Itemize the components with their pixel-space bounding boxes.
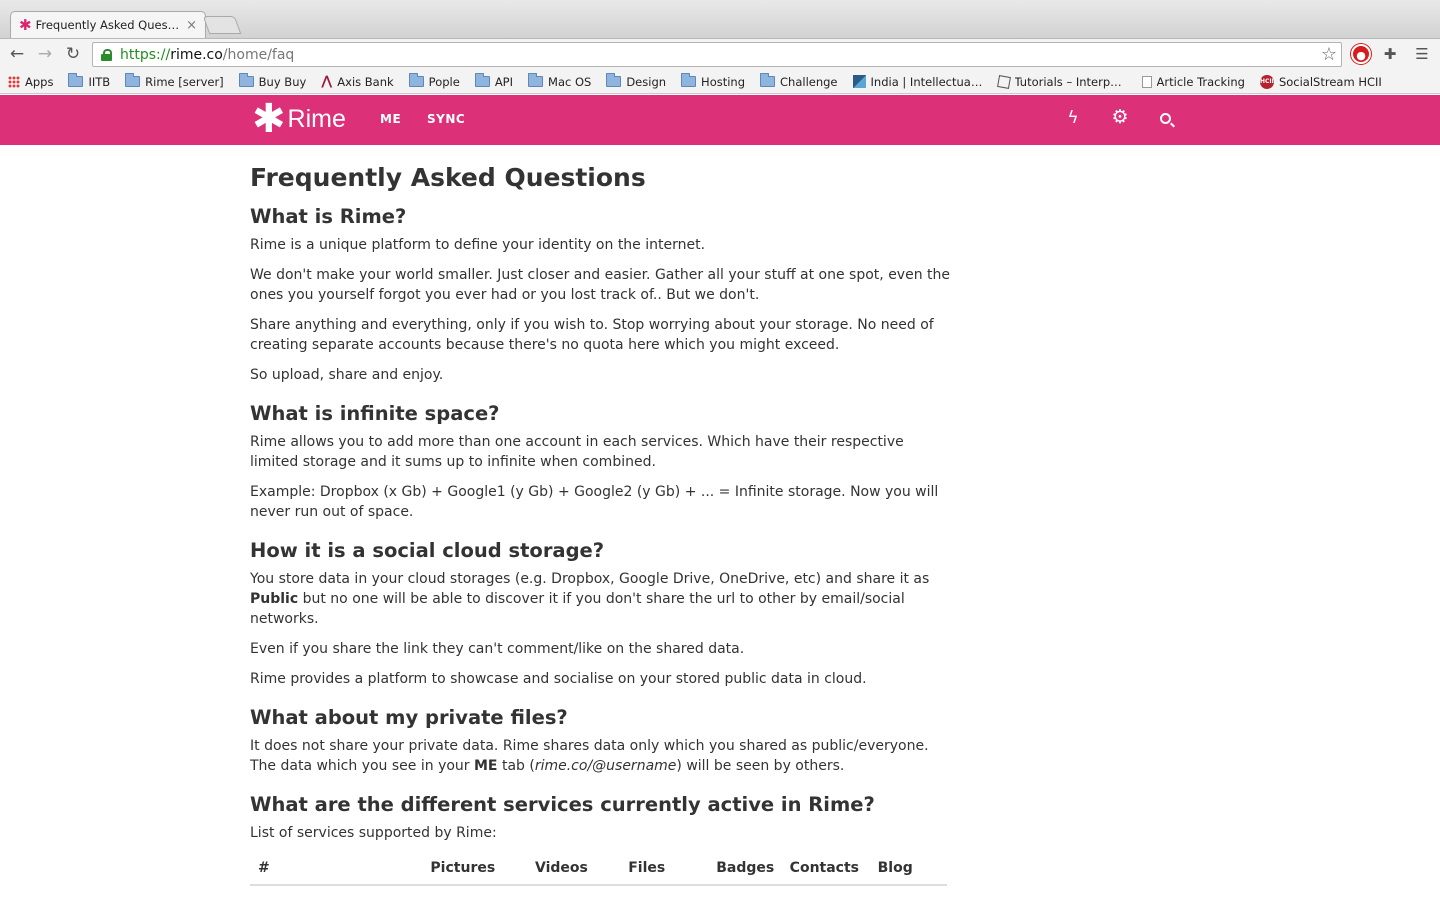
folder-icon (760, 73, 776, 87)
folder-icon (528, 73, 544, 87)
nav-me[interactable]: ME (380, 112, 401, 126)
stop-extension-icon[interactable]: ● (1351, 44, 1371, 64)
faq-answer-paragraph: It does not share your private data. Rim… (250, 738, 929, 774)
faq-answer-paragraph: We don't make your world smaller. Just c… (250, 267, 951, 303)
browser-tabstrip: ✱ Frequently Asked Questions × (0, 0, 1440, 38)
axis-bank-icon: ⋀ (321, 74, 333, 89)
forward-arrow-icon[interactable]: → (34, 43, 56, 65)
page-title: Frequently Asked Questions (250, 163, 646, 192)
table-header-blog: Blog (877, 860, 947, 886)
faq-answer-paragraph: Rime provides a platform to showcase and… (250, 671, 867, 687)
bookmark-challenge[interactable]: Challenge (760, 73, 838, 89)
folder-icon (474, 73, 490, 87)
table-header-row: # Pictures Videos Files Badges Contacts … (250, 860, 947, 886)
bookmark-article-tracking[interactable]: Article Tracking (1141, 75, 1245, 89)
search-icon[interactable] (1160, 113, 1171, 124)
new-tab-button[interactable] (202, 16, 242, 34)
faq-answer-paragraph: Example: Dropbox (x Gb) + Google1 (y Gb)… (250, 484, 939, 520)
url-host: rime.co (170, 46, 223, 63)
browser-toolbar: ← → ↻ https:// rime.co /home/faq ☆ ● ✚ ☰ (0, 38, 1440, 70)
table-header-contacts: Contacts (789, 860, 878, 886)
table-header-pictures: Pictures (270, 860, 504, 886)
bookmark-axis-bank[interactable]: ⋀ Axis Bank (321, 74, 393, 89)
bookmark-design[interactable]: Design (606, 73, 666, 89)
faq-answer-paragraph: You store data in your cloud storages (e… (250, 571, 930, 627)
faq-answer-paragraph: Even if you share the link they can't co… (250, 641, 745, 657)
bookmark-iitb[interactable]: IITB (68, 73, 110, 89)
bookmark-tutorials[interactable]: Tutorials – Interpola (996, 74, 1127, 89)
tutorials-icon (996, 74, 1011, 89)
menu-icon[interactable]: ☰ (1412, 44, 1432, 64)
bookmark-apps[interactable]: Apps (8, 75, 53, 89)
bookmark-mac-os[interactable]: Mac OS (528, 73, 591, 89)
faq-answer-paragraph: So upload, share and enjoy. (250, 367, 444, 383)
table-header-badges: Badges (716, 860, 790, 886)
rime-logo[interactable]: ✱ Rime (252, 96, 346, 142)
tab-title: Frequently Asked Questions (35, 18, 183, 32)
table-header-number: # (250, 860, 271, 886)
tab-close-icon[interactable]: × (186, 18, 197, 33)
faq-question-private-files: What about my private files? (250, 706, 568, 729)
faq-question-infinite-space: What is infinite space? (250, 402, 500, 425)
faq-answer-paragraph: Rime is a unique platform to define your… (250, 237, 706, 253)
bookmark-rime-server[interactable]: Rime [server] (125, 73, 224, 89)
bookmarks-bar: Apps IITB Rime [server] Buy Buy ⋀ Axis Ba… (0, 70, 1440, 94)
nav-sync[interactable]: SYNC (427, 112, 465, 126)
puzzle-extension-icon[interactable]: ✚ (1380, 44, 1400, 64)
folder-icon (606, 73, 622, 87)
table-header-files: Files (627, 860, 717, 886)
folder-icon (408, 73, 424, 87)
lightning-icon[interactable]: ϟ (1062, 108, 1084, 128)
folder-icon (681, 73, 697, 87)
folder-icon (125, 73, 141, 87)
folder-icon (68, 73, 84, 87)
bookmark-india-ip[interactable]: India | Intellectual V (852, 75, 983, 89)
page-icon (1141, 75, 1152, 88)
brand-name: Rime (287, 104, 346, 133)
bookmark-buy-buy[interactable]: Buy Buy (238, 73, 306, 89)
bookmark-pople[interactable]: Pople (408, 73, 460, 89)
address-bar[interactable]: https:// rime.co /home/faq ☆ (92, 42, 1342, 67)
bookmark-socialstream[interactable]: HCII SocialStream HCII (1259, 74, 1382, 89)
hcii-icon: HCII (1259, 74, 1274, 89)
bookmark-star-icon[interactable]: ☆ (1321, 44, 1337, 65)
reload-icon[interactable]: ↻ (62, 43, 84, 65)
me-keyword: ME (474, 758, 498, 774)
bookmark-hosting[interactable]: Hosting (681, 73, 745, 89)
faq-answer-paragraph: Share anything and everything, only if y… (250, 317, 934, 353)
profile-url-example: rime.co/@username (534, 758, 677, 774)
faq-content: Frequently Asked Questions What is Rime?… (250, 145, 950, 886)
url-scheme: https:// (120, 46, 171, 63)
site-header: ✱ Rime ME SYNC ϟ ⚙ (0, 95, 1440, 145)
lock-icon (101, 48, 112, 61)
faq-question-what-is-rime: What is Rime? (250, 205, 407, 228)
gear-icon[interactable]: ⚙ (1109, 106, 1131, 128)
asterisk-logo-icon: ✱ (252, 96, 286, 142)
browser-tab[interactable]: ✱ Frequently Asked Questions × (10, 11, 206, 38)
faq-question-social-cloud: How it is a social cloud storage? (250, 539, 605, 562)
folder-icon (238, 73, 254, 87)
public-keyword: Public (250, 591, 299, 607)
table-header-videos: Videos (503, 860, 628, 886)
services-table: # Pictures Videos Files Badges Contacts … (250, 860, 947, 886)
faq-answer-paragraph: List of services supported by Rime: (250, 825, 497, 841)
apps-grid-icon (8, 75, 20, 88)
url-path: /home/faq (222, 46, 295, 63)
rime-favicon-icon: ✱ (19, 15, 32, 34)
faq-answer-paragraph: Rime allows you to add more than one acc… (250, 434, 904, 470)
site-favicon-icon (852, 75, 866, 88)
faq-question-services: What are the different services currentl… (250, 793, 875, 816)
back-arrow-icon[interactable]: ← (6, 43, 28, 65)
bookmark-api[interactable]: API (474, 73, 513, 89)
